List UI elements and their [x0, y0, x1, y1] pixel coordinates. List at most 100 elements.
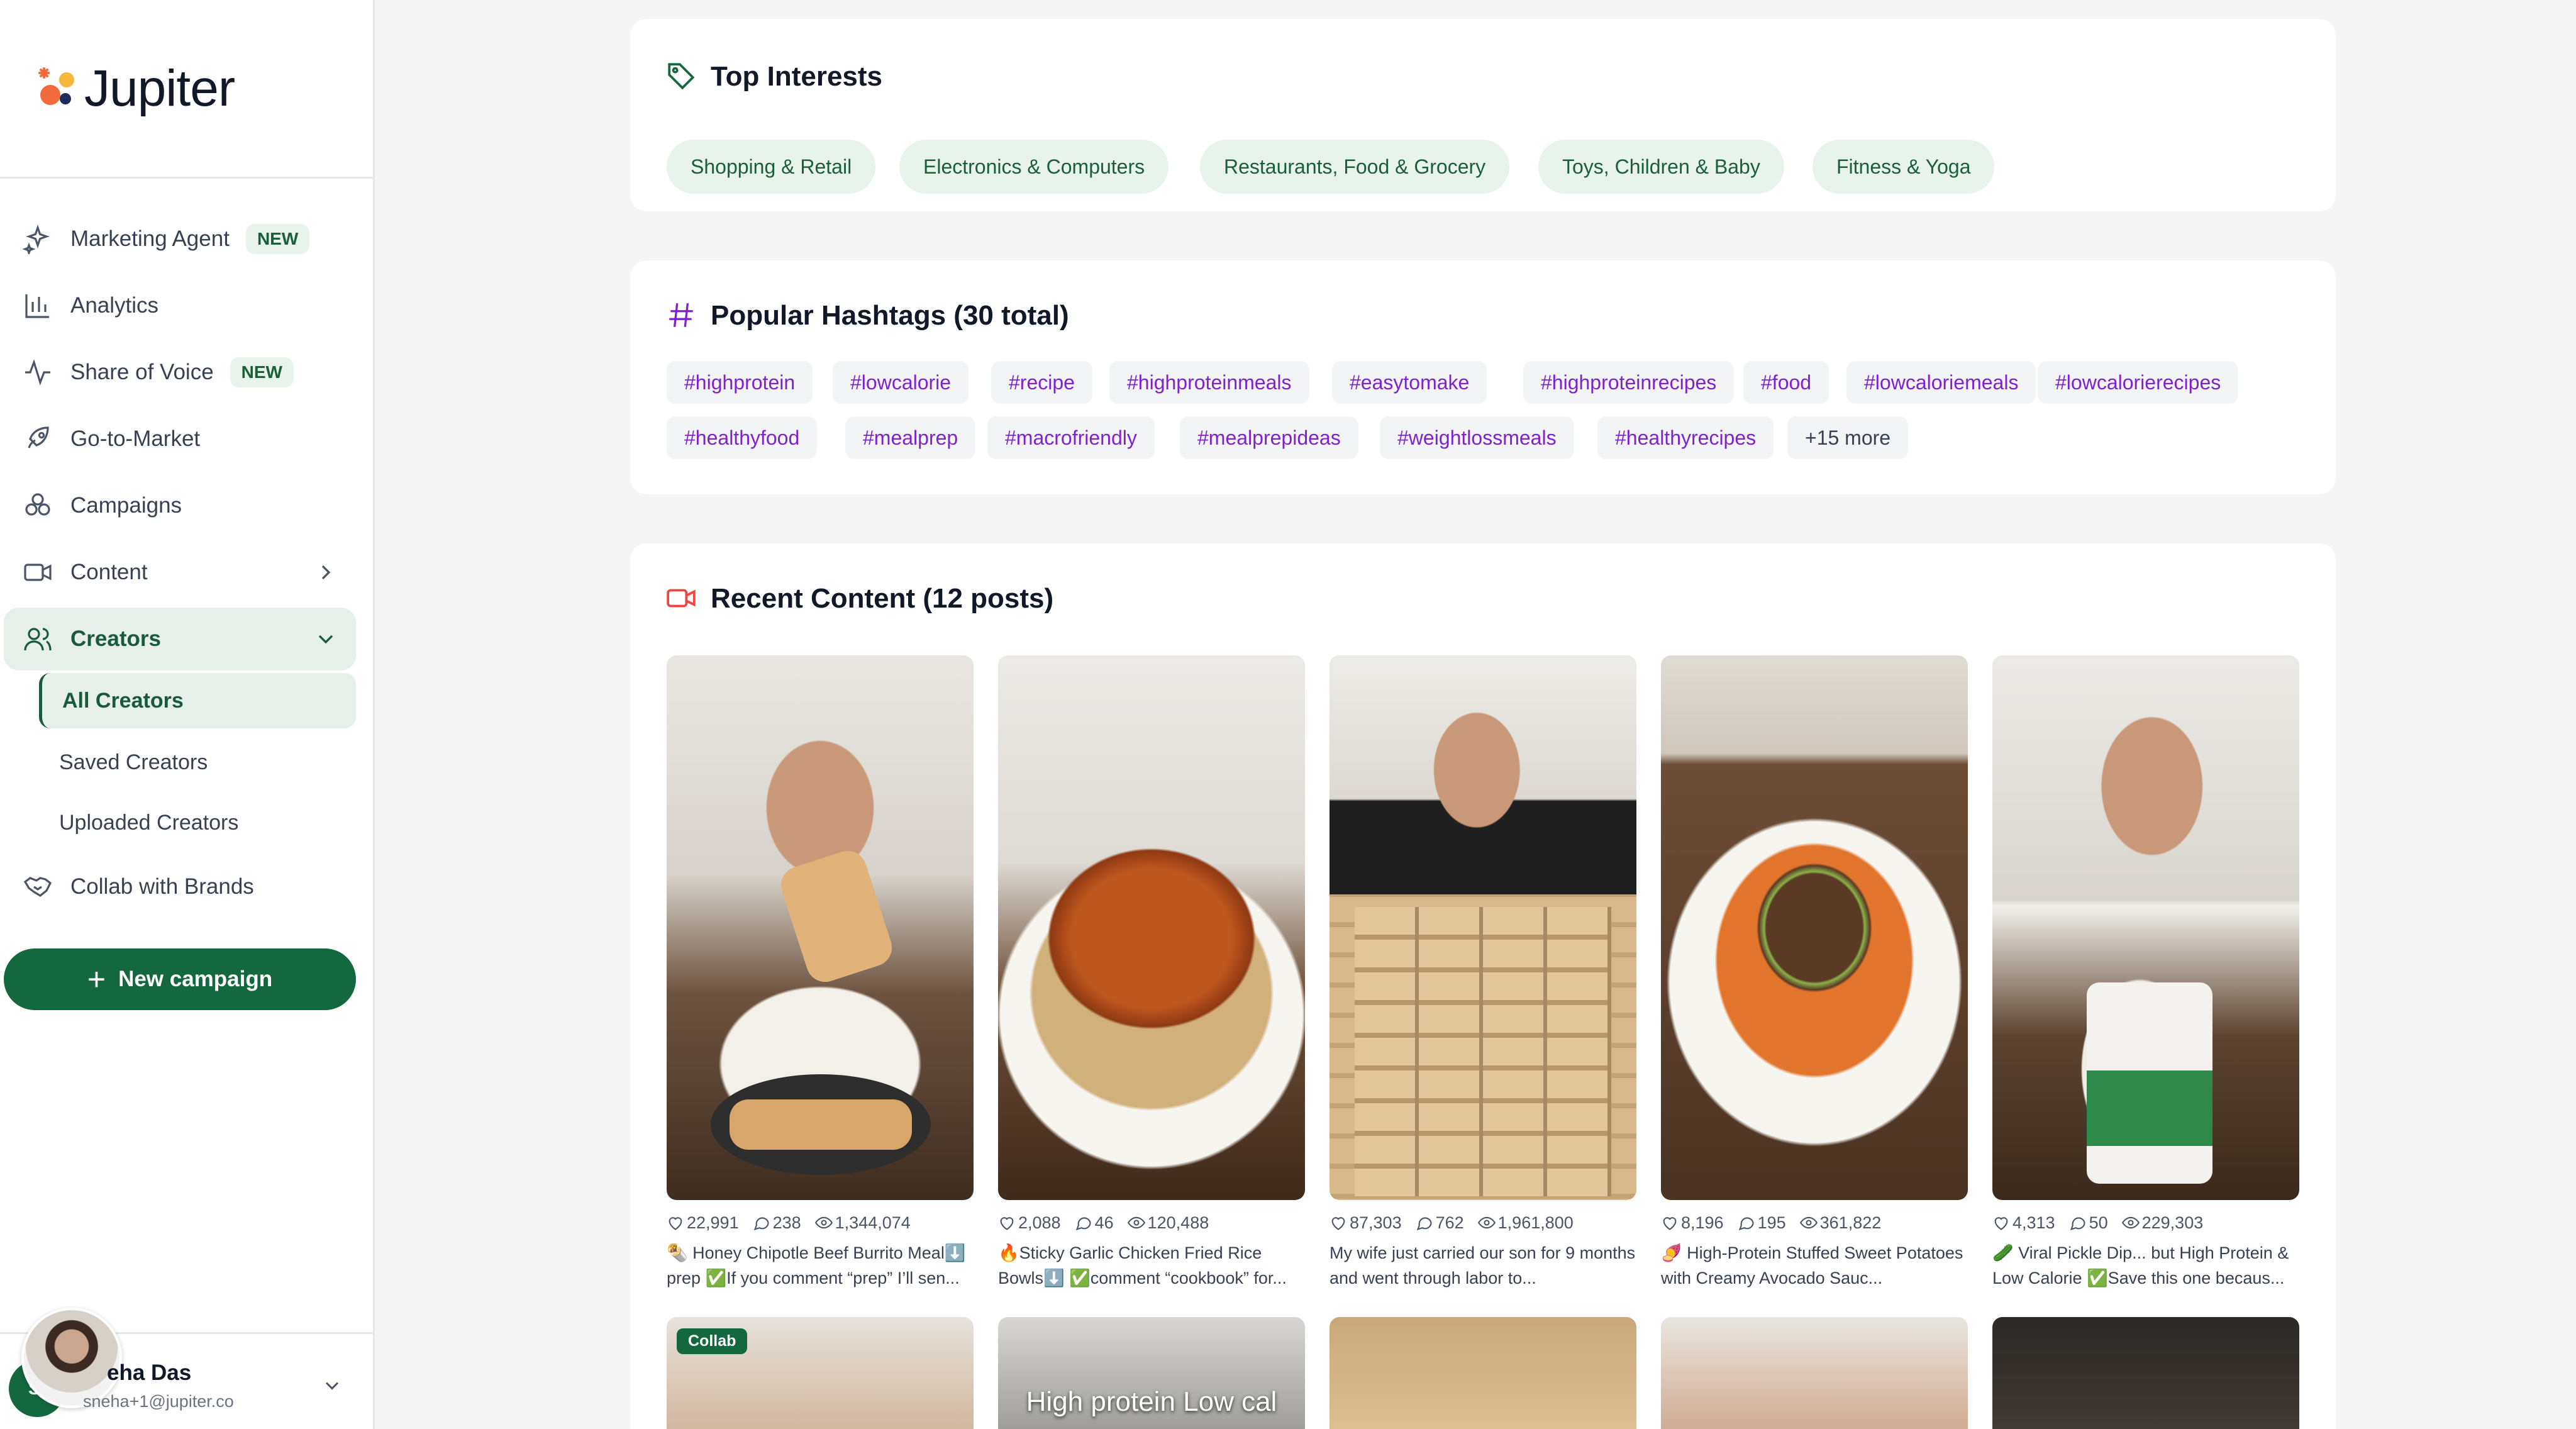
- post-thumbnail[interactable]: [1992, 1317, 2299, 1429]
- sidebar-subitem-uploaded-creators[interactable]: Uploaded Creators: [39, 795, 356, 850]
- comment-icon: [1738, 1217, 1754, 1231]
- interest-pill[interactable]: Shopping & Retail: [667, 140, 876, 194]
- new-badge: NEW: [230, 357, 294, 387]
- sidebar-item-analytics[interactable]: Analytics: [4, 274, 356, 337]
- new-badge: NEW: [245, 224, 310, 254]
- post-thumbnail[interactable]: [998, 655, 1305, 1200]
- post-caption: My wife just carried our son for 9 month…: [1330, 1243, 1636, 1287]
- chevron-right-icon: [321, 565, 331, 580]
- hashtag-chip[interactable]: #mealprep: [845, 416, 976, 459]
- views-count: 120,488: [1147, 1213, 1209, 1232]
- sidebar: Jupiter Marketing Agent NEW Analytics Sh…: [0, 0, 375, 1429]
- post-thumbnail[interactable]: [1661, 655, 1968, 1200]
- hashtag-chip[interactable]: #macrofriendly: [987, 416, 1155, 459]
- app-name: Jupiter: [84, 59, 235, 117]
- interest-pill[interactable]: Toys, Children & Baby: [1538, 140, 1784, 194]
- eye-icon: [2121, 1216, 2140, 1229]
- post-thumbnail[interactable]: [1330, 655, 1636, 1200]
- sidebar-subitem-all-creators[interactable]: All Creators: [39, 673, 356, 728]
- hashtag-chip[interactable]: #food: [1743, 361, 1829, 404]
- hashtag-chip[interactable]: #highprotein: [667, 361, 813, 404]
- more-hashtags-chip[interactable]: +15 more: [1787, 416, 1909, 459]
- post-thumbnail[interactable]: [1330, 1317, 1636, 1429]
- views-stat: 1,344,074: [814, 1213, 911, 1233]
- sidebar-item-collab-with-brands[interactable]: Collab with Brands: [4, 855, 356, 918]
- content-post[interactable]: 22,991 238 1,344,074 🌯 Honey Chipotle Be…: [667, 655, 974, 1291]
- sidebar-item-label: Marketing Agent: [70, 226, 230, 251]
- content-post[interactable]: 4,313 50 229,303 🥒 Viral Pickle Dip... b…: [1992, 655, 2299, 1291]
- sidebar-item-label: Campaigns: [70, 493, 182, 518]
- hashtag-chip[interactable]: #healthyrecipes: [1597, 416, 1774, 459]
- hashtag-chip[interactable]: #lowcalorierecipes: [2038, 361, 2239, 404]
- comments-stat: 195: [1738, 1213, 1786, 1233]
- recent-content-card: Recent Content (12 posts) 22,991 238 1,3…: [630, 543, 2336, 1429]
- eye-icon: [1127, 1216, 1145, 1229]
- comments-count: 238: [772, 1213, 801, 1232]
- likes-count: 4,313: [2012, 1213, 2055, 1232]
- likes-count: 22,991: [687, 1213, 739, 1232]
- chevron-down-icon[interactable]: [321, 1374, 343, 1397]
- comment-icon: [2070, 1217, 2085, 1231]
- sidebar-item-creators[interactable]: Creators: [4, 608, 356, 670]
- post-thumbnail[interactable]: [1992, 655, 2299, 1200]
- hashtag-chip[interactable]: #weightlossmeals: [1380, 416, 1574, 459]
- sidebar-item-content[interactable]: Content: [4, 541, 356, 604]
- campaigns-icon: [21, 489, 54, 522]
- hashtag-chip[interactable]: #highproteinmeals: [1109, 361, 1309, 404]
- hashtag-chip[interactable]: #easytomake: [1332, 361, 1487, 404]
- sidebar-item-campaigns[interactable]: Campaigns: [4, 474, 356, 537]
- post-caption: 🍠 High-Protein Stuffed Sweet Potatoes wi…: [1661, 1243, 1963, 1287]
- interest-pill[interactable]: Electronics & Computers: [899, 140, 1169, 194]
- user-profile[interactable]: SI eha Das sneha+1@jupiter.co: [0, 1308, 375, 1429]
- eye-icon: [1477, 1216, 1496, 1229]
- sidebar-item-share-of-voice[interactable]: Share of Voice NEW: [4, 341, 356, 404]
- post-thumbnail[interactable]: Collab: [667, 1317, 974, 1429]
- comments-stat: 238: [753, 1213, 801, 1233]
- user-name: eha Das: [107, 1360, 192, 1385]
- chevron-down-icon: [318, 635, 333, 644]
- post-stats: 2,088 46 120,488: [998, 1211, 1305, 1234]
- sidebar-item-label: Go-to-Market: [70, 426, 201, 451]
- sidebar-item-label: Collab with Brands: [70, 874, 254, 899]
- hashtag-chip[interactable]: #recipe: [991, 361, 1092, 404]
- sidebar-item-marketing-agent[interactable]: Marketing Agent NEW: [4, 208, 356, 270]
- top-interests-title: Top Interests: [665, 60, 882, 93]
- hashtag-chip[interactable]: #lowcaloriemeals: [1846, 361, 2036, 404]
- post-thumbnail[interactable]: High protein Low cal: [998, 1317, 1305, 1429]
- top-interests-card: Top Interests Shopping & Retail Electron…: [630, 19, 2336, 211]
- content-post[interactable]: 8,196 195 361,822 🍠 High-Protein Stuffed…: [1661, 655, 1968, 1291]
- views-stat: 120,488: [1127, 1213, 1209, 1233]
- comments-count: 195: [1757, 1213, 1786, 1232]
- jupiter-logo-icon: [38, 67, 74, 105]
- views-count: 229,303: [2141, 1213, 2204, 1232]
- post-thumbnail[interactable]: [667, 655, 974, 1200]
- content-post[interactable]: 2,088 46 120,488 🔥Sticky Garlic Chicken …: [998, 655, 1305, 1291]
- new-campaign-button[interactable]: + New campaign: [4, 948, 356, 1010]
- hashtag-chip[interactable]: #lowcalorie: [833, 361, 969, 404]
- hashtag-chip[interactable]: #mealprepideas: [1180, 416, 1358, 459]
- content-post[interactable]: 87,303 762 1,961,800 My wife just carrie…: [1330, 655, 1636, 1291]
- views-count: 361,822: [1819, 1213, 1882, 1232]
- views-stat: 229,303: [2121, 1213, 2204, 1233]
- popular-hashtags-card: Popular Hashtags (30 total) #highprotein…: [630, 260, 2336, 494]
- video-icon: [21, 556, 54, 589]
- sidebar-item-label: Analytics: [70, 293, 159, 318]
- recent-content-title: Recent Content (12 posts): [665, 582, 1053, 615]
- post-caption: 🔥Sticky Garlic Chicken Fried Rice Bowls⬇…: [998, 1243, 1287, 1287]
- hashtag-chip[interactable]: #highproteinrecipes: [1523, 361, 1735, 404]
- comments-stat: 50: [2069, 1213, 2108, 1233]
- post-stats: 87,303 762 1,961,800: [1330, 1211, 1636, 1234]
- tag-icon: [665, 60, 698, 93]
- logo[interactable]: Jupiter: [0, 0, 373, 179]
- activity-icon: [21, 356, 54, 389]
- sidebar-item-go-to-market[interactable]: Go-to-Market: [4, 408, 356, 470]
- sidebar-subitem-saved-creators[interactable]: Saved Creators: [39, 735, 356, 790]
- post-thumbnail[interactable]: [1661, 1317, 1968, 1429]
- interest-pill[interactable]: Restaurants, Food & Grocery: [1200, 140, 1510, 194]
- interest-pill[interactable]: Fitness & Yoga: [1813, 140, 1995, 194]
- comment-icon: [1416, 1217, 1432, 1231]
- hashtag-chip[interactable]: #healthyfood: [667, 416, 818, 459]
- views-stat: 361,822: [1799, 1213, 1882, 1233]
- comments-count: 50: [2089, 1213, 2108, 1232]
- post-stats: 4,313 50 229,303: [1992, 1211, 2299, 1234]
